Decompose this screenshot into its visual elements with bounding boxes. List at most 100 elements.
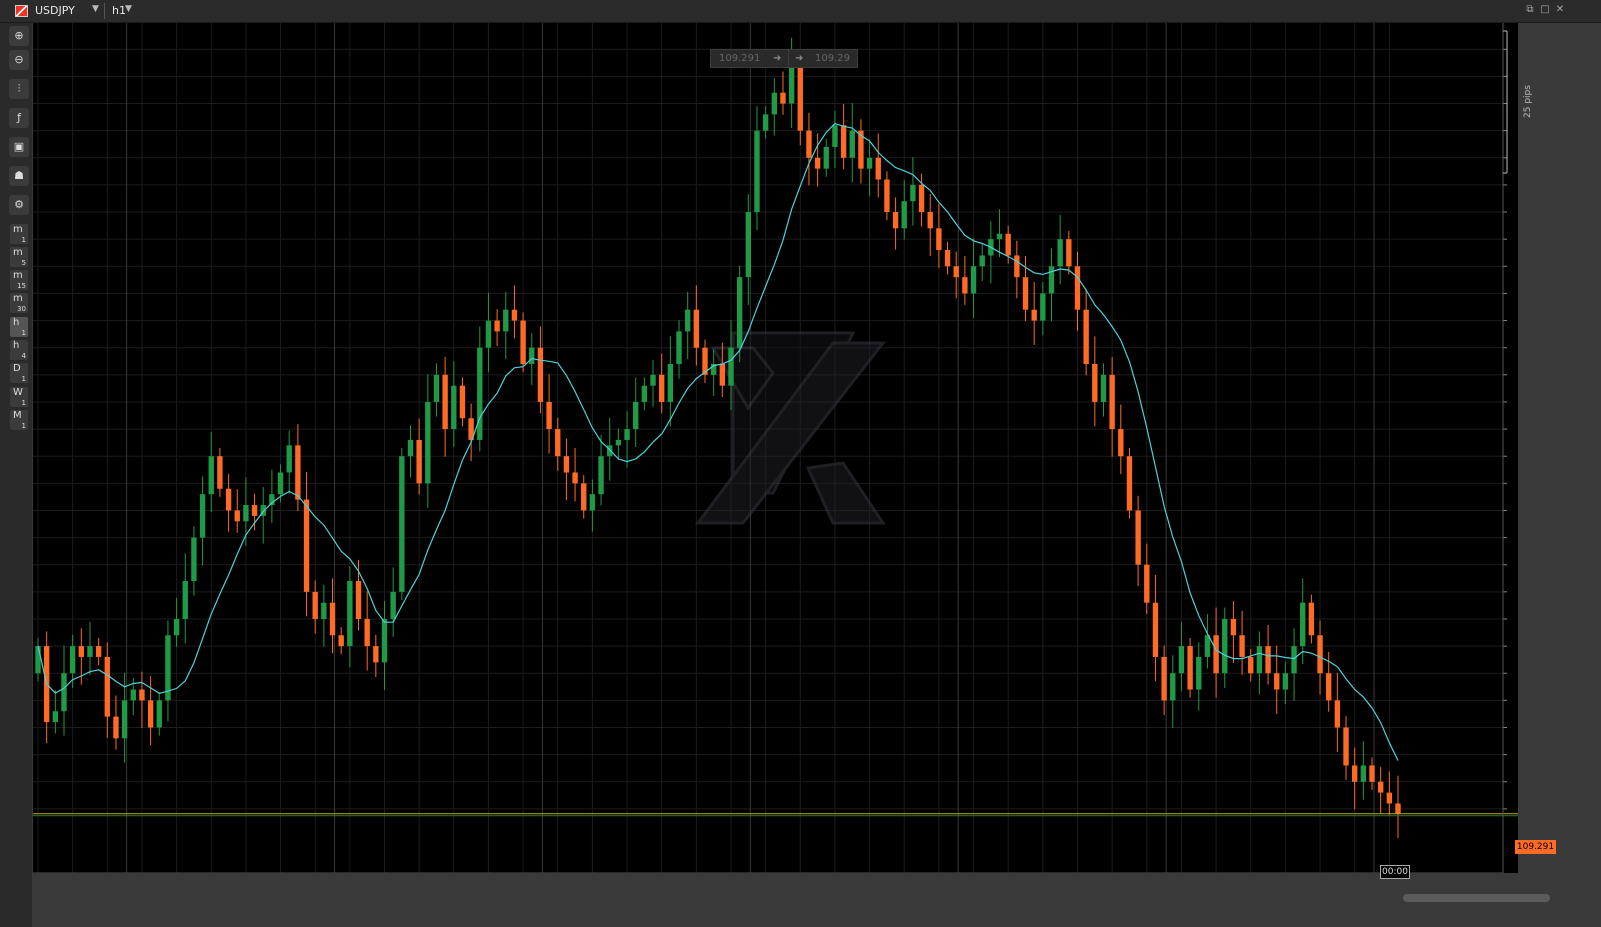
timeframe-label[interactable]: h1 (112, 4, 126, 17)
candle-body (1152, 602, 1159, 657)
timeframe-mn1-button[interactable]: M1 (10, 410, 28, 430)
candle-body (788, 65, 795, 104)
tf-number: 1 (21, 329, 26, 337)
candle-body (234, 510, 240, 522)
candle-body (797, 65, 803, 131)
tf-number: 15 (17, 282, 26, 290)
zoom-out-icon[interactable]: ⊖ (9, 50, 29, 70)
candle-body (1135, 510, 1141, 565)
candle-body (754, 130, 760, 213)
symbol-dropdown-icon[interactable]: ▼ (92, 4, 99, 14)
candle-body (199, 494, 206, 538)
robot-icon[interactable]: ▣ (9, 137, 29, 157)
candle-body (121, 700, 128, 739)
candle-body (451, 385, 457, 430)
candle-body (659, 374, 665, 402)
candle-body (1265, 646, 1271, 674)
candle-body (1014, 255, 1020, 278)
candle-body (875, 157, 881, 180)
timeframe-m1-button[interactable]: m1 (10, 224, 28, 244)
tf-letter: D (13, 363, 21, 374)
candle-body (1074, 266, 1081, 310)
title-separator (104, 3, 105, 19)
candle-body (1022, 277, 1029, 310)
candle-body (1343, 727, 1349, 766)
tf-letter: m (13, 247, 23, 258)
candle-body (1005, 233, 1011, 256)
candle-body (1230, 618, 1237, 636)
chart-type-icon[interactable]: ⫶ (9, 79, 29, 99)
current-price-label: 109.291 (1515, 840, 1556, 854)
candle-body (823, 146, 829, 169)
candle-body (849, 130, 855, 158)
buy-button[interactable]: ➜ 109.29 (788, 49, 858, 68)
candle-body (910, 184, 916, 202)
candle-body (719, 363, 726, 386)
tf-letter: m (13, 293, 23, 304)
candlestick-chart[interactable]: 110.70110.65110.60110.55110.50110.45110.… (33, 23, 1518, 873)
candle-body (572, 472, 578, 484)
timeframe-w1-button[interactable]: W1 (10, 387, 28, 407)
settings-icon[interactable]: ⚙ (9, 195, 29, 215)
candle-body (1187, 646, 1193, 690)
candle-body (866, 157, 873, 169)
zoom-in-icon[interactable]: ⊕ (9, 26, 29, 46)
timeframe-dropdown-icon[interactable]: ▼ (125, 4, 132, 14)
symbol-label[interactable]: USDJPY (35, 4, 75, 17)
maximize-icon[interactable]: □ (1540, 5, 1550, 15)
candle-body (459, 385, 466, 419)
timeframe-h1-button[interactable]: h1 (10, 317, 28, 337)
candle-body (693, 309, 700, 348)
candle-body (927, 212, 933, 229)
chart-area[interactable]: 110.70110.65110.60110.55110.50110.45110.… (33, 23, 1533, 873)
timeframe-m5-button[interactable]: m5 (10, 247, 28, 267)
candle-body (1377, 781, 1384, 793)
candle-body (1118, 429, 1124, 457)
candle-body (1274, 673, 1280, 690)
candle-body (243, 505, 249, 522)
moving-average-line (37, 122, 1399, 761)
candle-body (1222, 618, 1228, 674)
horizontal-scrollbar[interactable] (1403, 894, 1550, 902)
candle-body (442, 374, 448, 430)
template-icon[interactable]: ☗ (9, 166, 29, 186)
candle-body (918, 184, 925, 213)
timeframe-d1-button[interactable]: D1 (10, 363, 28, 383)
left-toolbar: ⊕ ⊖ ⫶ ƒ ▣ ☗ ⚙ m1 m5 m 15 m 30 h1 h4 D1 W1 … (0, 23, 32, 927)
tf-number: 1 (21, 236, 26, 244)
candle-body (485, 320, 492, 348)
candle-body (901, 201, 907, 229)
candle-body (208, 456, 214, 495)
candle-body (676, 331, 682, 364)
popout-icon[interactable]: ⧉ (1525, 5, 1535, 15)
candle-body (745, 212, 752, 278)
candle-body (624, 429, 630, 440)
tf-letter: M (13, 410, 22, 421)
indicators-icon[interactable]: ƒ (9, 108, 29, 128)
candle-body (589, 494, 596, 511)
candle-body (979, 255, 985, 267)
candle-body (1300, 602, 1306, 647)
sell-button[interactable]: 109.291 ➜ (710, 49, 792, 68)
timeframe-h4-button[interactable]: h4 (10, 340, 28, 360)
candle-body (1040, 293, 1046, 321)
candle-body (1308, 602, 1315, 636)
candle-body (329, 602, 336, 636)
sell-arrow-icon: ➜ (773, 53, 782, 64)
candle-body (113, 716, 119, 739)
candle-body (780, 92, 786, 104)
candle-body (390, 591, 396, 619)
candle-body (312, 591, 318, 619)
candle-body (147, 700, 154, 728)
candle-body (1317, 635, 1323, 674)
tf-letter: W (13, 387, 23, 398)
candle-body (191, 537, 197, 581)
candle-body (156, 700, 162, 728)
timeframe-m30-button[interactable]: m 30 (10, 293, 28, 313)
close-icon[interactable]: ✕ (1555, 5, 1565, 15)
candle-body (1369, 765, 1375, 782)
candle-body (1213, 635, 1219, 674)
timeframe-m15-button[interactable]: m 15 (10, 270, 28, 290)
candle-body (970, 266, 977, 294)
candle-body (61, 673, 67, 712)
